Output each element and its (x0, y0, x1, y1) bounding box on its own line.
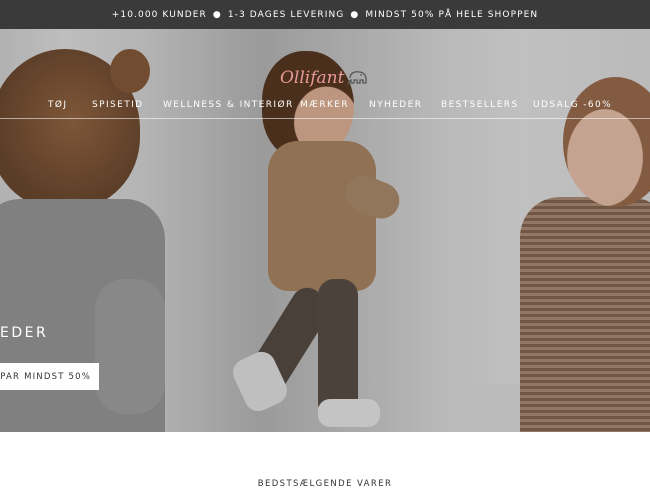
announcement-bar: +10.000 KUNDER ● 1-3 DAGES LEVERING ● MI… (0, 0, 650, 29)
logo-text: Ollifant (280, 68, 345, 88)
announcement-separator: ● (212, 9, 222, 20)
nav-item-maerker[interactable]: MÆRKER (300, 100, 349, 110)
bestsellers-section-title: BEDSTSÆLGENDE VARER (257, 479, 393, 489)
main-nav: TØJ SPISETID WELLNESS & INTERIØR MÆRKER … (0, 95, 650, 119)
hero-banner[interactable]: Ollifant TØJ SPISETID WELLNESS & INTERIØ… (0, 29, 650, 432)
announcement-item-delivery: 1-3 DAGES LEVERING (227, 9, 345, 20)
nav-item-toj[interactable]: TØJ (48, 100, 67, 110)
announcement-item-customers: +10.000 KUNDER (111, 9, 207, 20)
announcement-item-sale: MINDST 50% PÅ HELE SHOPPEN (365, 9, 539, 20)
nav-item-udsalg[interactable]: UDSALG -60% (533, 100, 612, 110)
nav-item-wellness-interior[interactable]: WELLNESS & INTERIØR (163, 100, 294, 110)
nav-item-nyheder[interactable]: NYHEDER (369, 100, 422, 110)
announcement-separator: ● (350, 9, 360, 20)
hero-cta-button[interactable]: PAR MINDST 50% (0, 363, 99, 390)
nav-item-spisetid[interactable]: SPISETID (92, 100, 143, 110)
hero-title: EDER (0, 325, 49, 341)
nav-item-bestsellers[interactable]: BESTSELLERS (441, 100, 519, 110)
site-logo[interactable]: Ollifant (280, 67, 369, 89)
elephant-icon (347, 71, 368, 86)
